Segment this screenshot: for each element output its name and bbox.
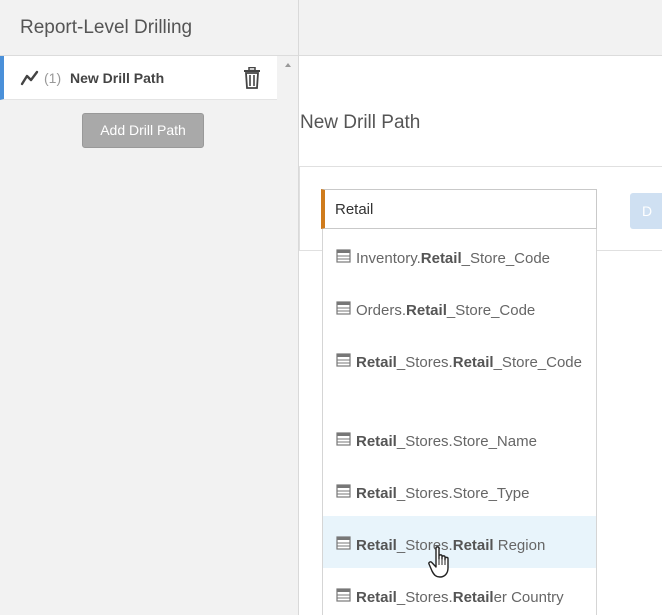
suggestion-dropdown[interactable]: Inventory.Retail_Store_Code Orders.Retail…	[322, 229, 597, 615]
match-highlight: Retail	[356, 354, 397, 371]
sidebar-title: Report-Level Drilling	[20, 17, 193, 38]
database-table-icon	[336, 249, 351, 263]
match-highlight: Retail	[452, 537, 494, 554]
main-topbar	[299, 0, 662, 56]
database-table-icon	[336, 484, 351, 498]
label-text: _Stores.Store_Type	[396, 485, 530, 502]
label-text: Inventory.	[356, 250, 421, 267]
database-table-icon	[336, 432, 351, 446]
match-highlight: Retail	[406, 302, 447, 319]
trend-line-icon	[20, 70, 39, 86]
sidebar-header: Report-Level Drilling	[0, 0, 298, 56]
label-text: _Store_Code	[493, 354, 582, 371]
suggestion-option-label: Retail_Stores.Retailer Country	[356, 585, 588, 611]
drill-path-name: New Drill Path	[70, 70, 165, 86]
suggestion-option[interactable]: Retail_Stores.Store_Type	[323, 464, 596, 516]
label-text: _Stores.Store_Name	[396, 433, 537, 450]
suggestion-option[interactable]: Retail_Stores.Retail Region	[323, 516, 596, 568]
suggestion-option-label: Retail_Stores.Store_Type	[356, 481, 588, 507]
match-highlight: Retail	[420, 250, 462, 267]
suggestion-option[interactable]: Retail_Stores.Retail_Store_Code	[323, 333, 596, 412]
label-text: er Country	[493, 589, 564, 606]
match-highlight: Retail	[356, 537, 397, 554]
label-text: _Stores.	[396, 589, 453, 606]
suggestion-option[interactable]: Orders.Retail_Store_Code	[323, 281, 596, 333]
suggestion-option-label: Retail_Stores.Retail_Store_Code	[356, 350, 588, 376]
scroll-up-arrow-icon[interactable]	[285, 63, 291, 67]
suggestion-option[interactable]: Retail_Stores.Store_Name	[323, 412, 596, 464]
database-table-icon	[336, 588, 351, 602]
add-drill-path-button[interactable]: Add Drill Path	[82, 113, 204, 148]
partial-action-button[interactable]: D	[630, 193, 662, 229]
trash-icon[interactable]	[242, 67, 262, 89]
sidebar-scrollbar[interactable]	[279, 56, 297, 615]
match-highlight: Retail	[356, 485, 397, 502]
database-table-icon	[336, 301, 351, 315]
attribute-search-input[interactable]	[321, 189, 597, 229]
label-text: Region	[493, 537, 546, 554]
match-highlight: Retail	[452, 354, 494, 371]
label-text: _Store_Code	[446, 302, 536, 319]
match-highlight: Retail	[356, 589, 397, 606]
database-table-icon	[336, 353, 351, 367]
suggestion-option[interactable]: Retail_Stores.Retailer Country	[323, 568, 596, 615]
label-text: _Store_Code	[461, 250, 551, 267]
page-title: New Drill Path	[300, 112, 421, 133]
suggestion-option-label: Retail_Stores.Retail Region	[356, 533, 588, 559]
label-text: Orders.	[356, 302, 407, 319]
match-highlight: Retail	[452, 589, 494, 606]
suggestion-option-label: Inventory.Retail_Store_Code	[356, 246, 588, 272]
drill-path-index: (1)	[44, 70, 62, 86]
match-highlight: Retail	[356, 433, 397, 450]
hand-pointer-cursor-icon	[428, 546, 449, 578]
suggestion-option-label: Retail_Stores.Store_Name	[356, 429, 588, 455]
drill-path-item[interactable]: (1) New Drill Path	[0, 56, 277, 100]
database-table-icon	[336, 536, 351, 550]
label-text: _Stores.	[396, 354, 453, 371]
suggestion-option[interactable]: Inventory.Retail_Store_Code	[323, 229, 596, 281]
suggestion-option-label: Orders.Retail_Store_Code	[356, 298, 588, 324]
